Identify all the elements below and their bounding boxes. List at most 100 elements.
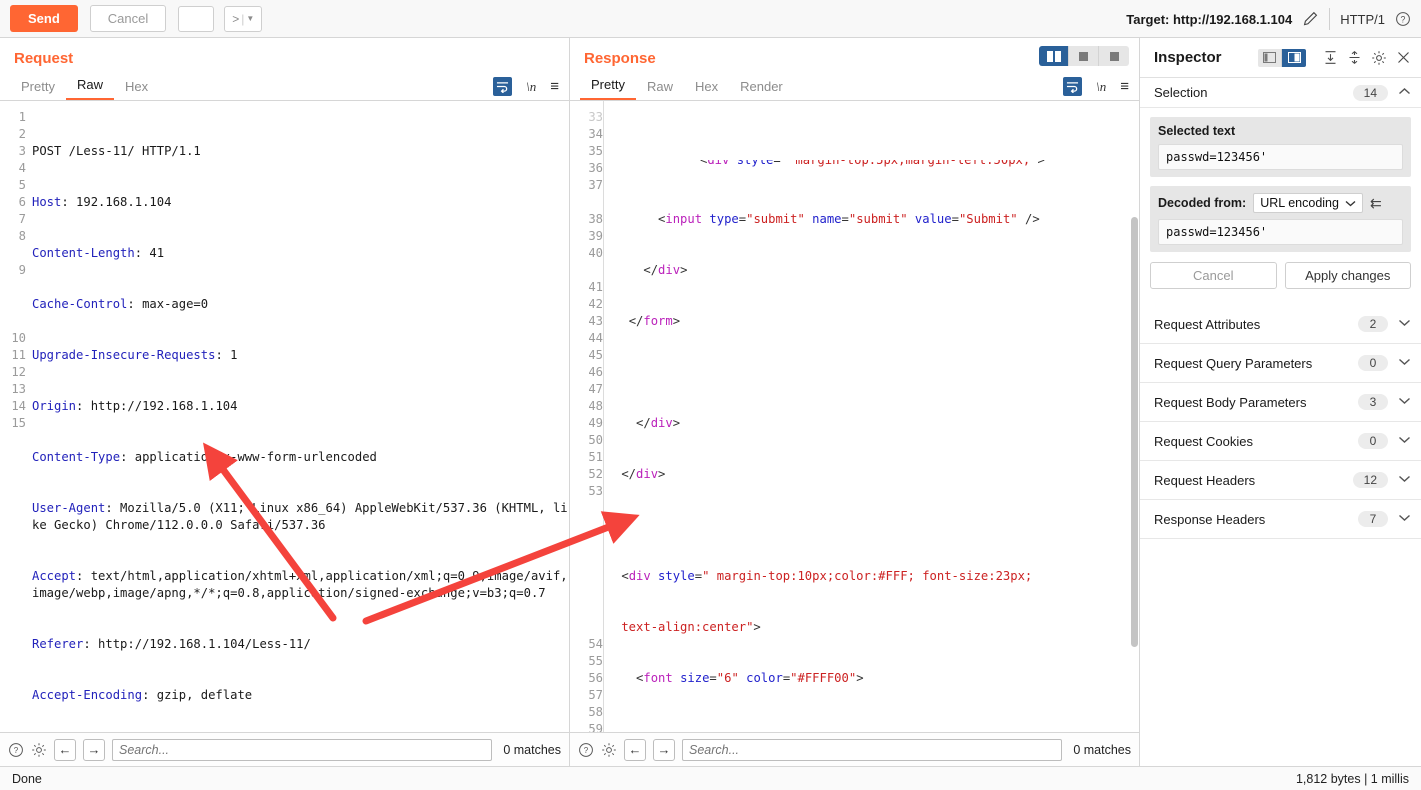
request-code[interactable]: POST /Less-11/ HTTP/1.1 Host: 192.168.1.… — [26, 101, 569, 732]
response-code[interactable]: <div style=" margin-top:5px;margin-left:… — [604, 101, 1139, 732]
encoding-select-value: URL encoding — [1260, 196, 1339, 210]
response-scrollbar[interactable] — [1130, 101, 1139, 732]
section-request-query-parameters[interactable]: Request Query Parameters 0 — [1140, 344, 1421, 383]
collapse-all-icon[interactable] — [1347, 50, 1362, 65]
expand-all-icon[interactable] — [1323, 50, 1338, 65]
search-prev-button[interactable]: ← — [624, 738, 646, 761]
panel-right-icon[interactable] — [1282, 48, 1306, 67]
section-label: Request Headers — [1154, 472, 1256, 488]
gear-icon[interactable] — [31, 742, 47, 758]
line-number: 33 — [588, 110, 603, 124]
scrollbar-thumb[interactable] — [1131, 217, 1138, 647]
line-number: 41 — [588, 280, 603, 294]
svg-text:?: ? — [14, 746, 19, 755]
chevron-down-icon[interactable] — [1398, 513, 1411, 525]
chevron-down-icon[interactable] — [1398, 396, 1411, 408]
wordwrap-icon[interactable] — [493, 77, 513, 96]
line-number: 6 — [18, 195, 26, 209]
line-number: 36 — [588, 161, 603, 175]
search-next-button[interactable]: → — [83, 738, 105, 761]
wordwrap-icon[interactable] — [1063, 77, 1083, 96]
newline-icon[interactable]: \n — [526, 79, 536, 95]
line-number: 45 — [588, 348, 603, 362]
clipped-line-33: <div style=" margin-top:5px;margin-left:… — [700, 160, 1045, 167]
line-number: 38 — [588, 212, 603, 226]
gear-icon[interactable] — [601, 742, 617, 758]
code-line: Accept: text/html,application/xhtml+xml,… — [32, 569, 568, 600]
response-editor[interactable]: 33 34 35 36 37 38 39 40 41 42 43 44 45 4… — [570, 101, 1139, 732]
chevron-down-icon[interactable] — [1398, 318, 1411, 330]
response-searchbar: ? ← → 0 matches — [570, 732, 1139, 766]
burp-repeater-window: Send Cancel > | ▼ Target: http://192.168… — [0, 0, 1421, 790]
chevron-up-icon[interactable] — [1398, 87, 1411, 99]
section-request-cookies[interactable]: Request Cookies 0 — [1140, 422, 1421, 461]
newline-icon[interactable]: \n — [1096, 79, 1106, 95]
help-icon[interactable]: ? — [1395, 11, 1411, 27]
cancel-button[interactable]: Cancel — [89, 5, 167, 32]
help-icon[interactable]: ? — [8, 742, 24, 758]
selection-label: Selection — [1154, 85, 1208, 100]
code-line: </div> — [621, 467, 666, 481]
chevron-down-icon[interactable] — [1398, 435, 1411, 447]
tab-raw[interactable]: Raw — [636, 79, 684, 100]
menu-icon[interactable]: ≡ — [550, 79, 559, 94]
divider — [1329, 8, 1331, 30]
cancel-button[interactable]: Cancel — [1150, 262, 1277, 289]
pencil-icon[interactable] — [1302, 11, 1319, 28]
http-version-label[interactable]: HTTP/1 — [1340, 12, 1385, 27]
section-request-headers[interactable]: Request Headers 12 — [1140, 461, 1421, 500]
line-number: 1 — [18, 110, 26, 124]
split-bottom-icon[interactable] — [1099, 46, 1129, 66]
line-number: 8 — [18, 229, 26, 243]
inspector-header: Inspector — [1140, 38, 1421, 78]
line-number: 48 — [588, 399, 603, 413]
toolbar-right-group: Target: http://192.168.1.104 HTTP/1 ? — [1126, 0, 1411, 38]
status-right-text: 1,812 bytes | 1 millis — [1295, 771, 1409, 786]
line-number: 55 — [588, 654, 603, 668]
chevron-down-icon[interactable] — [1398, 474, 1411, 486]
section-request-attributes[interactable]: Request Attributes 2 — [1140, 305, 1421, 344]
split-single-icon[interactable] — [1069, 46, 1099, 66]
tab-render[interactable]: Render — [729, 79, 794, 100]
sequence-number-input[interactable] — [178, 5, 215, 32]
tab-hex[interactable]: Hex — [114, 79, 159, 100]
apply-changes-button[interactable]: Apply changes — [1284, 262, 1411, 289]
code-line: Referer: http://192.168.1.104/Less-11/ — [32, 637, 311, 651]
layout-toggle-group — [1039, 46, 1129, 66]
send-button[interactable]: Send — [10, 5, 78, 32]
search-input[interactable] — [682, 738, 1063, 761]
menu-icon[interactable]: ≡ — [1120, 79, 1129, 94]
search-prev-button[interactable]: ← — [54, 738, 76, 761]
target-label: Target: http://192.168.1.104 — [1126, 11, 1293, 27]
inspector-view-toggle — [1258, 48, 1306, 67]
line-number: 12 — [11, 365, 26, 379]
request-tabs: Pretty Raw Hex \n ≡ — [0, 73, 569, 101]
decoded-value[interactable]: passwd=123456' — [1158, 219, 1403, 245]
section-response-headers[interactable]: Response Headers 7 — [1140, 500, 1421, 539]
search-input[interactable] — [112, 738, 493, 761]
forward-back-dropdown[interactable]: > | ▼ — [224, 5, 263, 32]
split-vertical-icon[interactable] — [1039, 46, 1069, 66]
section-count: 12 — [1352, 472, 1388, 488]
panel-left-icon[interactable] — [1258, 48, 1282, 67]
tab-pretty[interactable]: Pretty — [10, 79, 66, 100]
chevron-down-icon[interactable] — [1398, 357, 1411, 369]
tab-raw[interactable]: Raw — [65, 77, 114, 100]
tab-pretty[interactable]: Pretty — [580, 77, 636, 100]
gear-icon[interactable] — [1371, 50, 1387, 66]
section-count: 7 — [1358, 511, 1388, 527]
tab-hex[interactable]: Hex — [684, 79, 729, 100]
line-number: 3 — [18, 144, 26, 158]
encoding-select[interactable]: URL encoding — [1253, 193, 1363, 213]
selection-section-header[interactable]: Selection 14 — [1140, 78, 1421, 108]
line-number: 4 — [18, 161, 26, 175]
search-next-button[interactable]: → — [653, 738, 675, 761]
help-icon[interactable]: ? — [578, 742, 594, 758]
close-icon[interactable] — [1396, 50, 1411, 65]
selected-text-value[interactable]: passwd=123456' — [1158, 144, 1403, 170]
section-request-body-parameters[interactable]: Request Body Parameters 3 — [1140, 383, 1421, 422]
request-editor[interactable]: 1 2 3 4 5 6 7 8 9 10 11 12 13 14 15 POST… — [0, 101, 569, 732]
clipped-icon[interactable]: ⇇ — [1370, 195, 1382, 212]
line-number: 39 — [588, 229, 603, 243]
